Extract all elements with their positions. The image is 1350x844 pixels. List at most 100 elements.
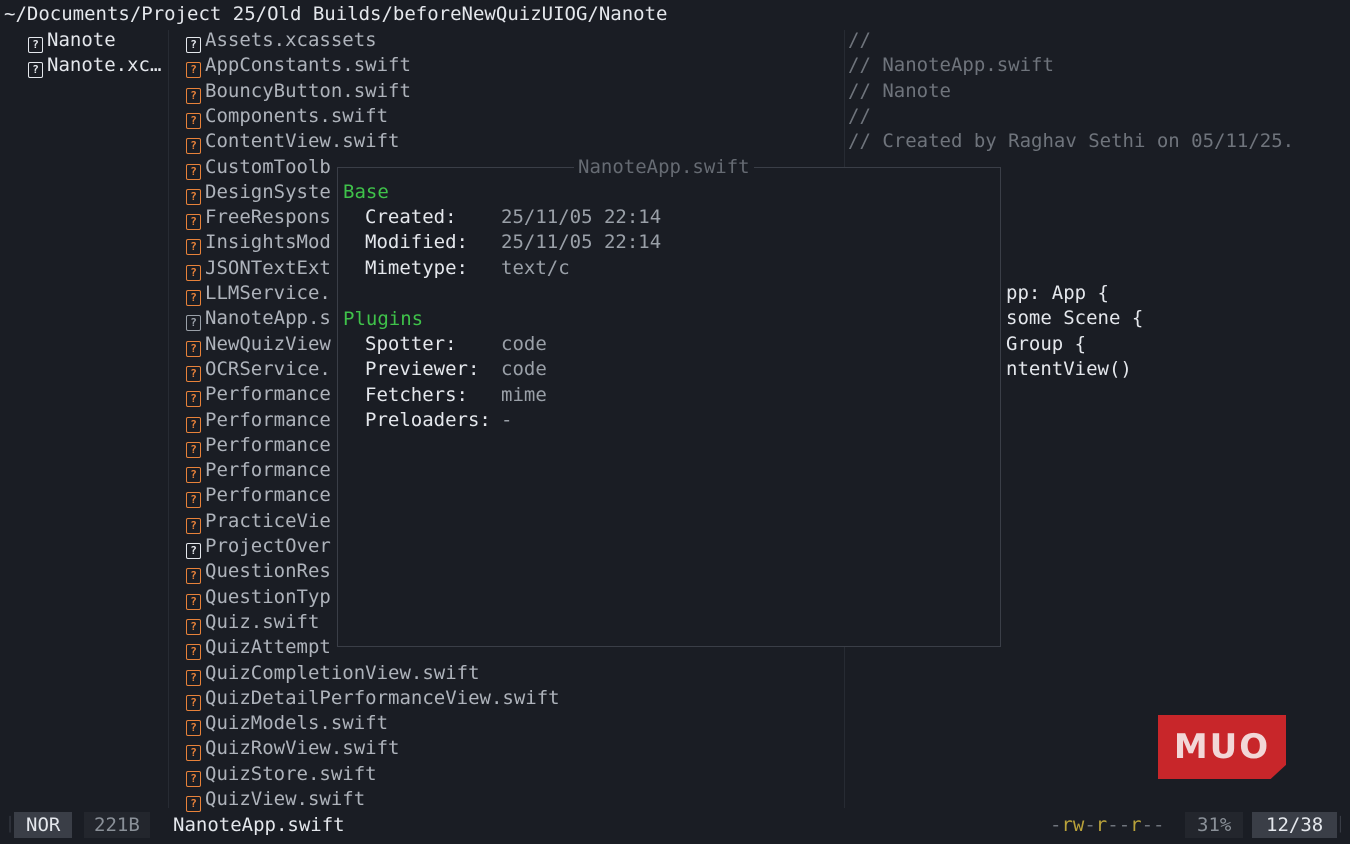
file-item-label: QuizView.swift <box>205 788 366 810</box>
unknown-file-icon: ? <box>186 593 201 610</box>
unknown-file-icon: ? <box>186 517 201 534</box>
file-item[interactable]: ? Performance <box>186 433 331 458</box>
file-item[interactable]: ? JSONTextExt <box>186 256 331 281</box>
info-key: Spotter: <box>365 333 457 355</box>
file-item-label: DesignSyste <box>205 180 331 203</box>
file-item[interactable]: ? QuizDetailPerformanceView.swift <box>186 686 560 711</box>
status-bar: NOR 221B NanoteApp.swift -rw-r--r-- 31% … <box>0 812 1350 838</box>
unknown-file-icon: ? <box>186 416 201 433</box>
file-item[interactable]: ? ContentView.swift <box>186 129 399 155</box>
file-item-label: FreeRespons <box>205 206 331 229</box>
unknown-file-icon: ? <box>186 315 201 332</box>
file-item[interactable]: ? LLMService. <box>186 281 331 306</box>
file-item[interactable]: ? Performance <box>186 408 331 433</box>
info-value: - <box>501 408 513 431</box>
file-item[interactable]: ? Components.swift <box>186 104 388 129</box>
parent-item[interactable]: ? Nanote.xc… <box>28 53 162 79</box>
file-item[interactable]: ? QuizRowView.swift <box>186 736 400 762</box>
file-item-label: Performance <box>205 408 331 431</box>
file-item[interactable]: ? NanoteApp.s <box>186 306 331 332</box>
info-value: mime <box>501 383 547 406</box>
file-item[interactable]: ? Performance <box>186 382 331 408</box>
preview-comment-line: // NanoteApp.swift <box>848 54 1054 77</box>
file-item[interactable]: ? QuestionRes <box>186 559 331 585</box>
file-item[interactable]: ? QuizAttempt <box>186 635 331 661</box>
unknown-file-icon: ? <box>186 644 201 661</box>
file-item-label: ProjectOver <box>205 535 331 557</box>
unknown-file-icon: ? <box>186 37 201 53</box>
unknown-file-icon: ? <box>186 568 201 585</box>
file-item-label: Components.swift <box>205 104 389 127</box>
preview-code-line: Group { <box>1006 332 1087 355</box>
preview-code-line: pp: App { <box>1006 282 1109 304</box>
info-row: Created: 25/11/05 22:14 <box>343 205 661 230</box>
file-item[interactable]: ? CustomToolb <box>186 155 331 180</box>
preview-comment-line: // <box>848 104 871 127</box>
file-item[interactable]: ? PracticeVie <box>186 509 331 534</box>
file-item[interactable]: ? FreeRespons <box>186 205 331 231</box>
unknown-file-icon: ? <box>186 543 201 559</box>
info-row: Modified: 25/11/05 22:14 <box>343 230 661 255</box>
column-divider-left <box>168 30 169 808</box>
info-row: Preloaders: - <box>343 408 512 433</box>
preview-comment-line: // Created by Raghav Sethi on 05/11/25. <box>848 130 1295 153</box>
file-item[interactable]: ? InsightsMod <box>186 230 331 256</box>
file-item[interactable]: ? BouncyButton.swift <box>186 79 411 104</box>
info-value: text/c <box>501 256 570 279</box>
unknown-file-icon: ? <box>28 37 43 53</box>
unknown-file-icon: ? <box>186 290 201 306</box>
file-item[interactable]: ? Performance <box>186 458 331 484</box>
plugins-heading: Plugins <box>343 308 424 330</box>
status-right-edge: ▏ <box>1340 817 1349 833</box>
file-item-label: Quiz.swift <box>205 610 320 633</box>
file-item-label: QuestionTyp <box>205 585 331 608</box>
file-item[interactable]: ? Performance <box>186 483 331 509</box>
unknown-file-icon: ? <box>186 720 201 737</box>
file-item-label: QuizModels.swift <box>205 712 389 735</box>
unknown-file-icon: ? <box>186 770 201 787</box>
file-item[interactable]: ? OCRService. <box>186 357 331 382</box>
file-item[interactable]: ? NewQuizView <box>186 332 331 357</box>
file-item-label: InsightsMod <box>205 231 331 254</box>
file-item[interactable]: ? DesignSyste <box>186 180 331 205</box>
file-item[interactable]: ? Quiz.swift <box>186 610 319 635</box>
file-item-label: Performance <box>205 433 331 456</box>
file-item-label: Performance <box>205 459 331 482</box>
scroll-percent: 31% <box>1185 812 1244 838</box>
current-path: ~/Documents/Project 25/Old Builds/before… <box>4 3 668 25</box>
preview-code-line: ntentView() <box>1006 357 1132 380</box>
file-item-label: QuizRowView.swift <box>205 737 400 760</box>
status-filename: NanoteApp.swift <box>173 814 345 836</box>
file-item-label: Assets.xcassets <box>205 29 377 51</box>
file-item[interactable]: ? QuizCompletionView.swift <box>186 661 480 686</box>
info-value: code <box>501 333 547 355</box>
unknown-file-icon: ? <box>186 188 201 205</box>
file-item[interactable]: ? AppConstants.swift <box>186 53 411 79</box>
file-item[interactable]: ? QuizView.swift <box>186 787 365 812</box>
unknown-file-icon: ? <box>186 62 201 79</box>
info-value: 25/11/05 22:14 <box>501 206 662 228</box>
popup-title: NanoteApp.swift <box>574 155 754 180</box>
cursor-position: 12/38 <box>1252 812 1338 838</box>
file-item[interactable]: ? QuizModels.swift <box>186 711 389 737</box>
parent-item[interactable]: ? Nanote <box>28 28 116 53</box>
parent-item-label: Nanote.xc… <box>47 54 162 77</box>
unknown-file-icon: ? <box>186 365 201 382</box>
unknown-file-icon: ? <box>186 467 201 484</box>
file-item-label: QuestionRes <box>205 560 331 583</box>
file-item-label: Performance <box>205 484 331 507</box>
unknown-file-icon: ? <box>186 441 201 458</box>
file-item[interactable]: ? ProjectOver <box>186 534 331 559</box>
unknown-file-icon: ? <box>186 138 201 155</box>
file-item-label: QuizAttempt <box>205 636 331 659</box>
file-item[interactable]: ? Assets.xcassets <box>186 28 377 53</box>
info-key: Modified: <box>365 231 468 254</box>
file-item-label: BouncyButton.swift <box>205 79 411 102</box>
info-row: Spotter: code <box>343 332 547 357</box>
preview-comment-line: // <box>848 29 871 51</box>
unknown-file-icon: ? <box>186 112 201 129</box>
file-item[interactable]: ? QuizStore.swift <box>186 762 377 787</box>
unknown-file-icon: ? <box>28 62 43 79</box>
file-item[interactable]: ? QuestionTyp <box>186 585 331 610</box>
info-value: code <box>501 358 547 381</box>
